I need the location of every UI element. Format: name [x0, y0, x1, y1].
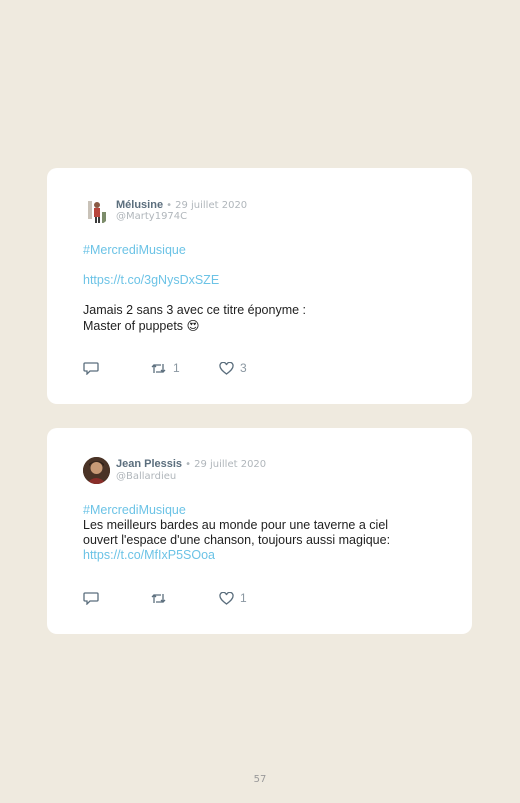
retweet-count: 1	[173, 361, 180, 375]
author-line: Mélusine • 29 juillet 2020	[116, 199, 247, 211]
retweet-button[interactable]	[150, 590, 167, 606]
retweet-button[interactable]: 1	[150, 360, 180, 376]
reply-button[interactable]	[83, 360, 99, 376]
retweet-icon	[151, 593, 166, 603]
like-button[interactable]: 1	[219, 590, 247, 606]
tweet-text-line: Master of puppets 😍	[83, 318, 200, 333]
author-name[interactable]: Mélusine	[116, 199, 163, 211]
like-button[interactable]: 3	[219, 360, 247, 376]
tweet-text-line: Jamais 2 sans 3 avec ce titre éponyme :	[83, 303, 307, 317]
hashtag-link[interactable]: #MercrediMusique	[83, 503, 186, 517]
tweet-date[interactable]: 29 juillet 2020	[175, 200, 247, 211]
author-name[interactable]: Jean Plessis	[116, 458, 182, 470]
tweet-link[interactable]: https://t.co/MfIxP5SOoa	[83, 548, 215, 562]
tweet-text: Master of puppets	[83, 319, 184, 333]
separator: •	[185, 459, 192, 470]
tweet-link[interactable]: https://t.co/3gNysDxSZE	[83, 273, 219, 287]
heart-eyes-emoji: 😍	[186, 318, 200, 333]
avatar[interactable]	[83, 198, 110, 225]
tweet-card: Jean Plessis • 29 juillet 2020 @Ballardi…	[47, 428, 472, 634]
reply-icon	[83, 592, 99, 605]
tweet-card: Mélusine • 29 juillet 2020 @Marty1974C #…	[47, 168, 472, 404]
separator: •	[166, 200, 173, 211]
avatar[interactable]	[83, 457, 110, 484]
author-line: Jean Plessis • 29 juillet 2020	[116, 458, 266, 470]
heart-icon	[219, 591, 234, 605]
heart-icon	[219, 361, 234, 375]
like-count: 3	[240, 361, 247, 375]
like-count: 1	[240, 591, 247, 605]
reply-button[interactable]	[83, 590, 99, 606]
tweet-date[interactable]: 29 juillet 2020	[194, 459, 266, 470]
reply-icon	[83, 362, 99, 375]
page-number: 57	[253, 774, 267, 785]
hashtag-link[interactable]: #MercrediMusique	[83, 243, 186, 257]
author-handle[interactable]: @Ballardieu	[116, 471, 176, 482]
tweet-text-line: ouvert l'espace d'une chanson, toujours …	[83, 533, 391, 547]
retweet-icon	[151, 363, 166, 373]
tweet-text-line: Les meilleurs bardes au monde pour une t…	[83, 518, 389, 532]
author-handle[interactable]: @Marty1974C	[116, 211, 187, 222]
